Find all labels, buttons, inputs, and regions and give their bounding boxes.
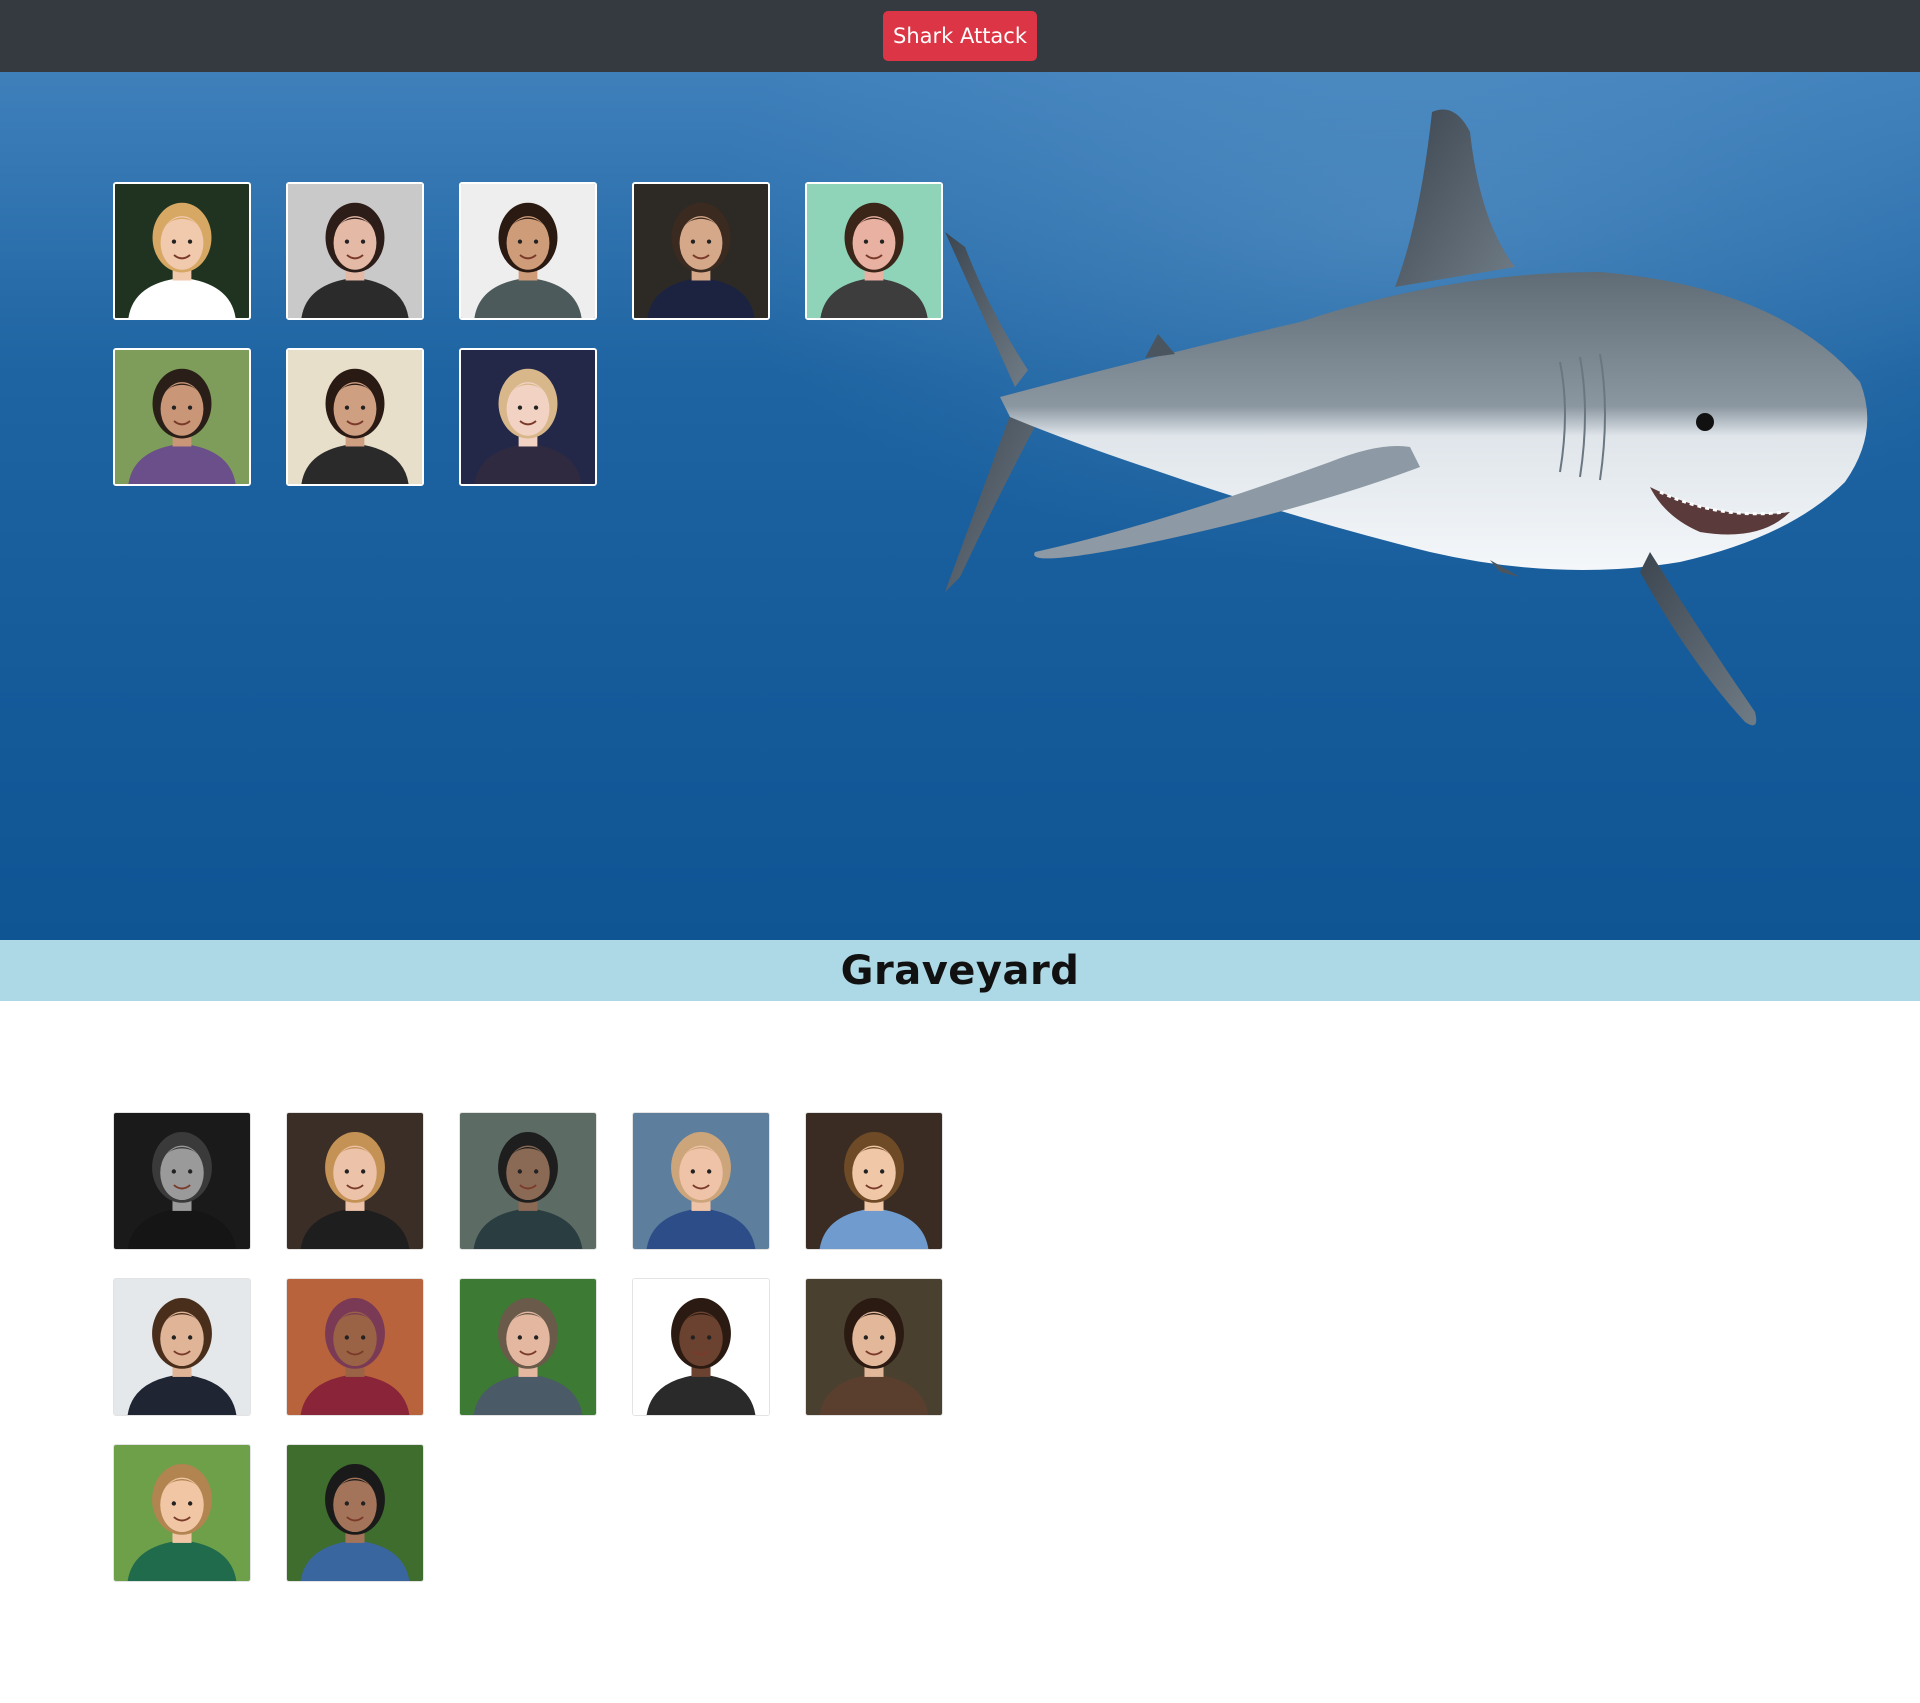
victim-photo-3[interactable] xyxy=(459,1112,597,1250)
portrait-photo xyxy=(287,1113,423,1249)
victim-photo-6[interactable] xyxy=(113,1278,251,1416)
portrait-photo xyxy=(287,1279,423,1415)
victim-photo-4[interactable] xyxy=(632,1112,770,1250)
portrait-photo xyxy=(114,1279,250,1415)
portrait-photo xyxy=(806,1279,942,1415)
graveyard-header: Graveyard xyxy=(0,940,1920,1001)
portrait-photo xyxy=(115,184,249,318)
survivor-photo-3[interactable] xyxy=(459,182,597,320)
portrait-photo xyxy=(633,1279,769,1415)
survivor-photo-5[interactable] xyxy=(805,182,943,320)
portrait-photo xyxy=(807,184,941,318)
portrait-photo xyxy=(806,1113,942,1249)
portrait-photo xyxy=(460,1113,596,1249)
victim-photo-9[interactable] xyxy=(632,1278,770,1416)
victim-photo-11[interactable] xyxy=(113,1444,251,1582)
victim-photo-2[interactable] xyxy=(286,1112,424,1250)
portrait-photo xyxy=(288,184,422,318)
portrait-photo xyxy=(114,1113,250,1249)
survivor-photo-2[interactable] xyxy=(286,182,424,320)
portrait-photo xyxy=(115,350,249,484)
victim-photo-5[interactable] xyxy=(805,1112,943,1250)
shark-attack-button[interactable]: Shark Attack xyxy=(883,11,1037,61)
victim-photo-10[interactable] xyxy=(805,1278,943,1416)
survivor-photo-8[interactable] xyxy=(459,348,597,486)
navbar: Shark Attack xyxy=(0,0,1920,72)
portrait-photo xyxy=(114,1445,250,1581)
graveyard-photo-grid xyxy=(113,1112,943,1582)
portrait-photo xyxy=(461,350,595,484)
survivor-photo-grid xyxy=(113,182,943,486)
victim-photo-7[interactable] xyxy=(286,1278,424,1416)
portrait-photo xyxy=(461,184,595,318)
portrait-photo xyxy=(633,1113,769,1249)
graveyard-title: Graveyard xyxy=(840,947,1080,994)
survivor-photo-7[interactable] xyxy=(286,348,424,486)
portrait-photo xyxy=(287,1445,423,1581)
survivor-photo-1[interactable] xyxy=(113,182,251,320)
victim-photo-1[interactable] xyxy=(113,1112,251,1250)
survivor-photo-4[interactable] xyxy=(632,182,770,320)
survivor-photo-6[interactable] xyxy=(113,348,251,486)
victim-photo-8[interactable] xyxy=(459,1278,597,1416)
portrait-photo xyxy=(460,1279,596,1415)
ocean-section xyxy=(0,72,1920,940)
portrait-photo xyxy=(288,350,422,484)
victim-photo-12[interactable] xyxy=(286,1444,424,1582)
portrait-photo xyxy=(634,184,768,318)
